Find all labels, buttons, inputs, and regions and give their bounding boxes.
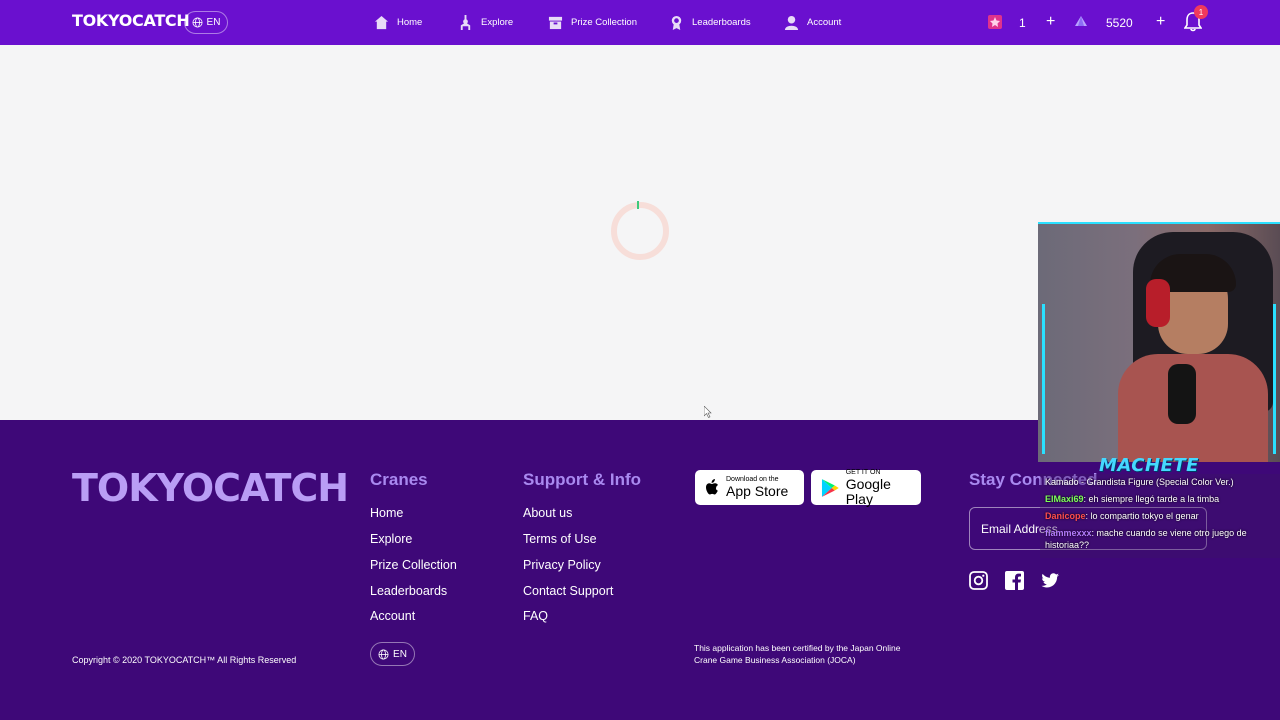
top-nav-bar: TOKYOCATCH EN Home Explore Prize Collect… <box>0 0 1280 45</box>
support-heading: Support & Info <box>523 470 642 489</box>
nav-account-label: Account <box>807 17 842 28</box>
footer-language-selector[interactable]: EN <box>370 642 415 666</box>
footer-link-home[interactable]: Home <box>370 506 403 520</box>
footer-logo[interactable]: TOKYOCATCH <box>72 466 349 510</box>
app-store-big-text: App Store <box>726 483 789 499</box>
streamer-name-label: MACHETE <box>1099 455 1199 476</box>
chat-message: Kamado - Grandista Figure (Special Color… <box>1045 476 1275 488</box>
chat-text: : lo compartio tokyo el genar <box>1085 511 1199 521</box>
footer-link-contact-support[interactable]: Contact Support <box>523 584 613 598</box>
crane-icon <box>460 15 471 30</box>
ticket-icon <box>988 15 1002 29</box>
home-icon <box>374 15 389 30</box>
chat-text: Kamado - Grandista Figure (Special Color… <box>1045 477 1234 487</box>
google-play-button[interactable]: GET IT ON Google Play <box>811 469 921 507</box>
nav-home-label: Home <box>397 17 423 28</box>
site-footer: TOKYOCATCH Cranes Home Explore Prize Col… <box>0 420 1280 720</box>
chat-message: Danicope: lo compartio tokyo el genar <box>1045 510 1275 522</box>
nav-account[interactable]: Account <box>784 0 841 45</box>
add-points-button[interactable]: + <box>1156 12 1165 32</box>
copyright-text: Copyright © 2020 TOKYOCATCH™ All Rights … <box>72 655 297 665</box>
stream-chat: Kamado - Grandista Figure (Special Color… <box>1040 474 1280 558</box>
google-play-icon <box>821 478 839 497</box>
footer-link-account[interactable]: Account <box>370 609 415 623</box>
points-count: 5520 <box>1106 15 1133 30</box>
globe-icon <box>378 649 389 659</box>
notification-badge: 1 <box>1194 5 1208 19</box>
nav-explore[interactable]: Explore <box>458 0 513 45</box>
webcam-frame-left <box>1042 304 1045 454</box>
nav-home[interactable]: Home <box>374 0 422 45</box>
footer-link-about[interactable]: About us <box>523 506 572 520</box>
app-store-button[interactable]: Download on the App Store <box>695 470 804 505</box>
language-selector[interactable]: EN <box>184 11 228 34</box>
nav-leaderboards-label: Leaderboards <box>692 17 751 28</box>
add-tickets-button[interactable]: + <box>1046 12 1055 32</box>
webcam-frame-right <box>1273 304 1276 454</box>
language-label: EN <box>206 17 221 28</box>
footer-language-label: EN <box>393 648 407 660</box>
nav-leaderboards[interactable]: Leaderboards <box>669 0 751 45</box>
footer-link-privacy[interactable]: Privacy Policy <box>523 558 601 572</box>
microphone <box>1168 364 1196 424</box>
chat-username: flammexxx <box>1045 528 1092 538</box>
footer-link-terms[interactable]: Terms of Use <box>523 532 597 546</box>
headset <box>1146 279 1170 327</box>
trophy-icon <box>671 15 682 30</box>
chat-username: ElMaxi69 <box>1045 494 1084 504</box>
footer-link-leaderboards[interactable]: Leaderboards <box>370 584 447 598</box>
apple-icon <box>706 478 718 494</box>
twitter-icon[interactable] <box>1041 571 1060 590</box>
ticket-count: 1 <box>1019 15 1026 30</box>
nav-explore-label: Explore <box>481 17 514 28</box>
joca-certification-text: This application has been certified by t… <box>694 643 901 665</box>
chat-username: Danicope <box>1045 511 1086 521</box>
nav-prize-collection[interactable]: Prize Collection <box>548 0 637 45</box>
footer-link-explore[interactable]: Explore <box>370 532 412 546</box>
nav-prize-collection-label: Prize Collection <box>571 17 637 28</box>
cranes-heading: Cranes <box>370 470 428 489</box>
mouse-cursor-icon <box>704 406 712 418</box>
footer-link-faq[interactable]: FAQ <box>523 609 548 623</box>
footer-link-prize-collection[interactable]: Prize Collection <box>370 558 457 572</box>
streamer-webcam <box>1038 222 1280 462</box>
chat-message: ElMaxi69: eh siempre llegó tarde a la ti… <box>1045 493 1275 505</box>
chat-message: flammexxx: mache cuando se viene otro ju… <box>1045 527 1275 551</box>
instagram-icon[interactable] <box>969 571 988 590</box>
prize-box-icon <box>548 16 563 30</box>
tokyocatch-logo[interactable]: TOKYOCATCH <box>72 11 190 30</box>
google-play-big-text: Google Play <box>845 475 891 507</box>
user-icon <box>784 15 799 30</box>
points-gem-icon <box>1075 16 1087 26</box>
loading-spinner <box>611 201 669 260</box>
facebook-icon[interactable] <box>1005 571 1024 590</box>
globe-icon <box>192 17 203 28</box>
chat-text: : eh siempre llegó tarde a la timba <box>1083 494 1220 504</box>
